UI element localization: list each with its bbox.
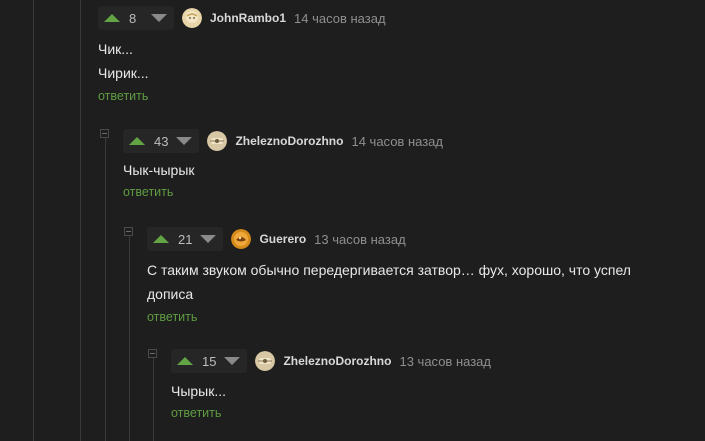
comment-text: Чирик... (98, 65, 149, 81)
timestamp[interactable]: 14 часов назад (351, 134, 443, 149)
score: 21 (178, 231, 193, 247)
arrow-up-icon[interactable] (177, 357, 193, 365)
comment-body: Чик... Чирик... (98, 37, 386, 85)
comment-text: Чык-чырык (123, 162, 195, 178)
reply-link[interactable]: ответить (147, 310, 197, 324)
comment: 8 JohnRambo1 14 часов назад Чик... Чирик… (98, 5, 386, 105)
avatar[interactable] (255, 351, 276, 371)
username[interactable]: ZheleznoDorozhno (283, 354, 391, 368)
thread-line (129, 236, 130, 441)
timestamp[interactable]: 14 часов назад (294, 11, 386, 26)
comment-text: С таким звуком обычно передергивается за… (147, 262, 631, 278)
arrow-down-icon[interactable] (224, 357, 241, 365)
collapse-icon[interactable] (124, 227, 133, 236)
arrow-up-icon[interactable] (104, 14, 120, 22)
vote-widget: 21 (147, 227, 224, 251)
comment-header: 21 Guerero 13 часов назад (147, 226, 667, 252)
thread-line (153, 358, 154, 441)
thread-line (33, 0, 34, 441)
arrow-down-icon[interactable] (151, 14, 167, 22)
reply-link[interactable]: ответить (171, 406, 221, 420)
arrow-down-icon[interactable] (176, 137, 193, 145)
thread-line (105, 138, 106, 441)
avatar[interactable] (207, 131, 228, 151)
comment-body: С таким звуком обычно передергивается за… (147, 258, 667, 306)
comment: 21 Guerero 13 часов назад С таким звуком… (147, 226, 667, 326)
comment-body: Чык-чырык (123, 158, 443, 182)
comment-header: 43 ZheleznoDorozhno 14 часов назад (123, 128, 443, 154)
comment-text: Чырык... (171, 383, 227, 399)
username[interactable]: ZheleznoDorozhno (235, 134, 343, 148)
vote-widget: 15 (171, 349, 248, 373)
comment-header: 8 JohnRambo1 14 часов назад (98, 5, 386, 31)
avatar[interactable] (182, 8, 202, 28)
vote-widget: 43 (123, 129, 200, 153)
arrow-up-icon[interactable] (129, 137, 145, 145)
comment-text: Чик... (98, 41, 133, 57)
vote-widget: 8 (98, 6, 174, 30)
arrow-down-icon[interactable] (200, 235, 217, 243)
comment-body: Чырык... (171, 379, 491, 403)
score: 8 (129, 10, 137, 26)
comment-thread: 8 JohnRambo1 14 часов назад Чик... Чирик… (0, 0, 705, 441)
comment: 15 ZheleznoDorozhno 13 часов назад Чырык… (171, 348, 491, 422)
collapse-icon[interactable] (148, 349, 157, 358)
reply-link[interactable]: ответить (123, 185, 173, 199)
timestamp[interactable]: 13 часов назад (399, 354, 491, 369)
avatar[interactable] (231, 229, 252, 249)
comment: 43 ZheleznoDorozhno 14 часов назад Чык-ч… (123, 128, 443, 201)
username[interactable]: Guerero (259, 232, 306, 246)
score: 43 (154, 133, 169, 149)
arrow-up-icon[interactable] (153, 235, 169, 243)
score: 15 (202, 353, 217, 369)
comment-header: 15 ZheleznoDorozhno 13 часов назад (171, 348, 491, 374)
collapse-icon[interactable] (100, 129, 109, 138)
timestamp[interactable]: 13 часов назад (314, 232, 406, 247)
reply-link[interactable]: ответить (98, 89, 148, 103)
username[interactable]: JohnRambo1 (210, 11, 286, 25)
thread-line (80, 0, 81, 441)
comment-text: дописа (147, 286, 194, 302)
